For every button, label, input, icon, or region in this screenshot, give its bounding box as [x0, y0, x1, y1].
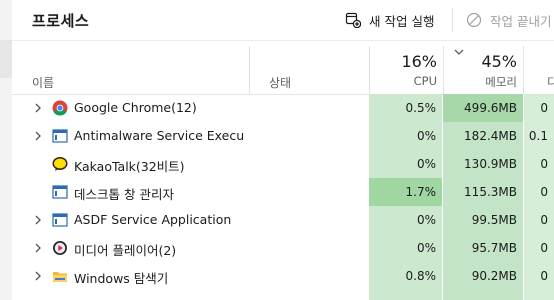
disk-value: 0	[524, 234, 554, 262]
memory-value: 499.6MB	[443, 94, 523, 122]
process-name: Antimalware Service Executa...	[74, 128, 244, 143]
process-name: 데스크톱 창 관리자	[74, 187, 174, 202]
memory-value: 182.4MB	[443, 122, 523, 150]
table-row[interactable]: 미디어 플레이어(2) 0% 95.7MB 0	[12, 234, 554, 262]
kakaotalk-icon	[52, 157, 68, 171]
table-row[interactable]: KakaoTalk(32비트) 0% 130.9MB 0	[12, 150, 554, 178]
memory-value: 95.7MB	[443, 234, 523, 262]
cpu-column-label: CPU	[413, 74, 437, 88]
end-task-button[interactable]: 작업 끝내기	[466, 8, 551, 32]
run-new-task-button[interactable]: 새 작업 실행	[345, 8, 434, 32]
process-name: Windows 탐색기	[74, 271, 169, 286]
cpu-value: 0%	[369, 206, 442, 234]
run-new-task-label: 새 작업 실행	[369, 13, 435, 29]
media-player-icon	[53, 241, 67, 255]
cpu-cell	[369, 290, 442, 300]
nav-sidebar-strip	[0, 0, 12, 300]
folder-icon	[53, 272, 67, 282]
end-task-icon	[466, 12, 482, 28]
column-header-memory[interactable]: 45% 메모리	[443, 40, 523, 94]
cpu-total-percent: 16%	[401, 52, 437, 71]
disk-value: 0	[524, 206, 554, 234]
memory-value: 130.9MB	[443, 150, 523, 178]
disk-value: 0	[524, 150, 554, 178]
chevron-right-icon[interactable]	[32, 130, 44, 142]
process-name: 미디어 플레이어(2)	[74, 243, 177, 258]
disk-value: 0	[524, 262, 554, 290]
memory-total-percent: 45%	[481, 52, 517, 71]
memory-cell	[443, 290, 523, 300]
column-header-name[interactable]: 이름	[32, 74, 54, 91]
cpu-value: 0%	[369, 234, 442, 262]
toolbar: 프로세스 새 작업 실행 작업 끝내기	[12, 0, 554, 41]
chevron-right-icon[interactable]	[32, 270, 44, 282]
chevron-right-icon[interactable]	[32, 242, 44, 254]
column-divider[interactable]	[249, 46, 250, 94]
table-row[interactable]	[12, 290, 554, 300]
disk-cell	[524, 290, 554, 300]
disk-value: 0.1	[524, 122, 554, 150]
cpu-value: 0.5%	[369, 94, 442, 122]
chevron-right-icon[interactable]	[32, 214, 44, 226]
toolbar-divider	[452, 8, 453, 32]
window-app-icon	[52, 185, 68, 199]
disk-value: 0	[524, 94, 554, 122]
window-app-icon	[52, 213, 68, 227]
process-name: ASDF Service Application	[74, 212, 232, 227]
process-name: Google Chrome(12)	[74, 100, 197, 115]
memory-column-label: 메모리	[485, 75, 517, 89]
table-row[interactable]: Google Chrome(12) 0.5% 499.6MB 0	[12, 94, 554, 122]
cpu-value: 0%	[369, 122, 442, 150]
column-header-status[interactable]: 상태	[269, 74, 291, 91]
end-task-label: 작업 끝내기	[490, 13, 552, 29]
process-name: KakaoTalk(32비트)	[74, 159, 185, 174]
memory-value: 115.3MB	[443, 178, 523, 206]
column-header-disk[interactable]: 디	[523, 40, 554, 94]
cpu-value: 0%	[369, 150, 442, 178]
page-title: 프로세스	[32, 12, 90, 30]
table-row[interactable]: Antimalware Service Executa... 0% 182.4M…	[12, 122, 554, 150]
run-task-icon	[345, 12, 361, 28]
cpu-value: 0.8%	[369, 262, 442, 290]
table-row[interactable]: Windows 탐색기 0.8% 90.2MB 0	[12, 262, 554, 290]
nav-selected-indicator[interactable]	[0, 40, 12, 78]
disk-value: 0	[524, 178, 554, 206]
table-row[interactable]: ASDF Service Application 0% 99.5MB 0	[12, 206, 554, 234]
chrome-icon	[52, 100, 68, 116]
chevron-right-icon[interactable]	[32, 102, 44, 114]
window-app-icon	[52, 129, 68, 143]
memory-value: 99.5MB	[443, 206, 523, 234]
table-row[interactable]: 데스크톱 창 관리자 1.7% 115.3MB 0	[12, 178, 554, 206]
memory-value: 90.2MB	[443, 262, 523, 290]
column-header-cpu[interactable]: 16% CPU	[369, 40, 443, 94]
cpu-value: 1.7%	[369, 178, 442, 206]
disk-column-label: 디	[547, 75, 554, 89]
